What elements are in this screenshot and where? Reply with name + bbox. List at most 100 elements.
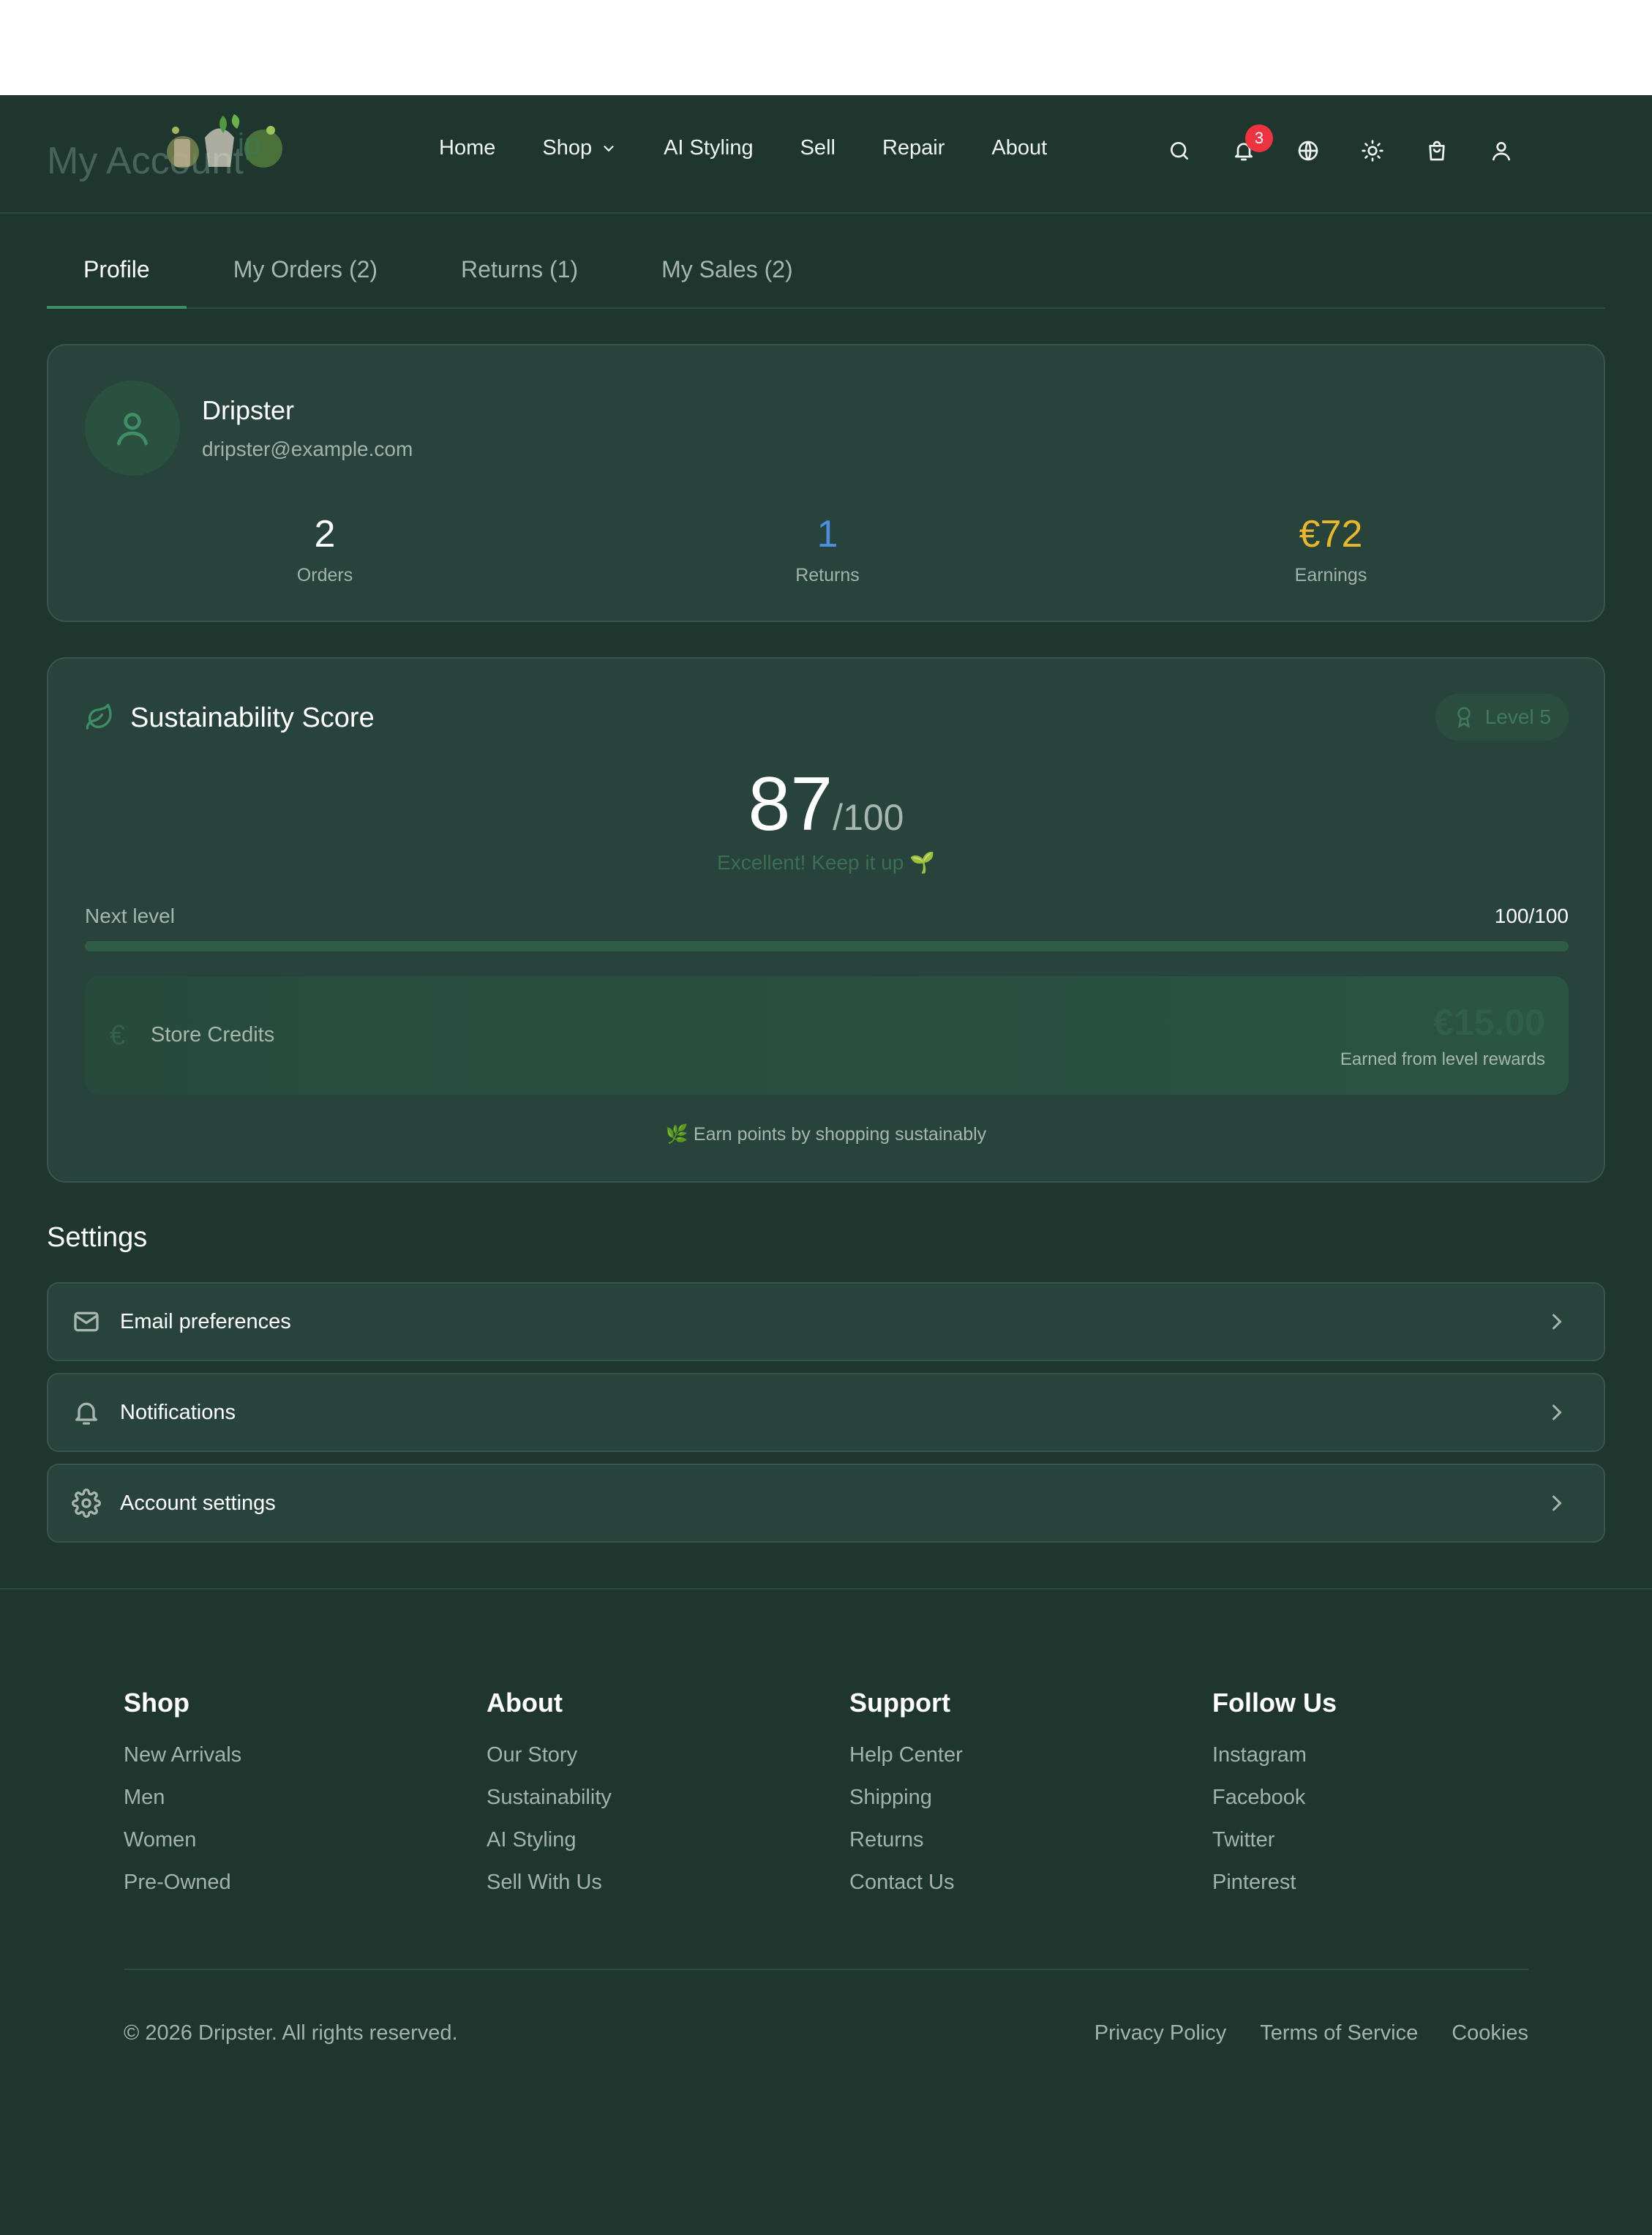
user-icon[interactable] xyxy=(1487,136,1516,165)
stat-returns-value: 1 xyxy=(816,513,838,555)
level-badge: Level 5 xyxy=(1435,694,1569,741)
footer-link[interactable]: New Arrivals xyxy=(124,1743,241,1767)
footer-link[interactable]: Help Center xyxy=(849,1743,963,1767)
nav-sell-label: Sell xyxy=(800,136,836,160)
footer-col-shop: Shop New Arrivals Men Women Pre-Owned xyxy=(124,1688,241,1913)
top-blank-area xyxy=(0,0,1652,95)
chevron-down-icon xyxy=(604,145,614,151)
footer-link[interactable]: Pre-Owned xyxy=(124,1871,241,1895)
tab-profile[interactable]: Profile xyxy=(47,242,187,309)
leaf-icon xyxy=(86,703,112,730)
tab-my-sales[interactable]: My Sales (2) xyxy=(625,242,830,309)
level-progress-bar xyxy=(85,941,1569,951)
avatar xyxy=(85,381,180,476)
settings-notifications-label: Notifications xyxy=(120,1401,236,1424)
search-icon[interactable] xyxy=(1165,136,1194,165)
chevron-right-icon xyxy=(1552,1404,1562,1420)
footer-heading-follow: Follow Us xyxy=(1212,1688,1337,1718)
globe-icon[interactable] xyxy=(1294,136,1323,165)
footer-col-about: About Our Story Sustainability AI Stylin… xyxy=(487,1688,612,1913)
score-display: 87/100 xyxy=(48,761,1604,848)
award-icon xyxy=(1457,707,1471,728)
footer-link[interactable]: Twitter xyxy=(1212,1828,1337,1852)
euro-icon: € xyxy=(110,1020,126,1051)
svg-text:ip: ip xyxy=(238,128,260,160)
bell-icon xyxy=(75,1402,97,1425)
footer-heading-support: Support xyxy=(849,1688,950,1718)
footer-link[interactable]: AI Styling xyxy=(487,1828,612,1852)
nav-shop-label: Shop xyxy=(542,136,593,160)
sun-icon[interactable] xyxy=(1358,136,1387,165)
footer-link[interactable]: Men xyxy=(124,1786,241,1810)
footer-link[interactable]: Shipping xyxy=(849,1786,963,1810)
level-progress-fill xyxy=(85,941,1569,951)
stat-earnings-label: Earnings xyxy=(1294,565,1367,585)
gear-icon xyxy=(72,1489,101,1518)
footer-divider xyxy=(124,1969,1528,1970)
sustainability-title: Sustainability Score xyxy=(130,703,375,733)
footer-link[interactable]: Facebook xyxy=(1212,1786,1337,1810)
footer-link[interactable]: Sell With Us xyxy=(487,1871,612,1895)
bell-icon[interactable]: 3 xyxy=(1229,124,1273,165)
stat-orders-label: Orders xyxy=(296,565,353,585)
settings-account-label: Account settings xyxy=(120,1491,276,1515)
footer-link[interactable]: Sustainability xyxy=(487,1786,612,1810)
level-badge-label: Level 5 xyxy=(1484,705,1551,728)
footer-link[interactable]: Our Story xyxy=(487,1743,612,1767)
store-credits-panel: € Store Credits €15.00 Earned from level… xyxy=(85,976,1569,1095)
footer-link[interactable]: Women xyxy=(124,1828,241,1852)
nav-sell[interactable]: Sell xyxy=(800,136,836,160)
user-avatar-icon xyxy=(117,413,149,446)
settings-email-label: Email preferences xyxy=(120,1310,291,1333)
tab-returns[interactable]: Returns (1) xyxy=(424,242,615,309)
main-nav: Home Shop AI Styling Sell Repair About xyxy=(439,136,1094,160)
nav-home[interactable]: Home xyxy=(439,136,495,160)
score-message: Excellent! Keep it up 🌱 xyxy=(717,851,935,874)
account-tabs: Profile My Orders (2) Returns (1) My Sal… xyxy=(47,242,1605,309)
mail-icon xyxy=(74,1311,99,1332)
score-max: /100 xyxy=(833,797,904,838)
stat-earnings-value: €72 xyxy=(1299,513,1363,555)
site-logo[interactable]: ip xyxy=(154,108,300,181)
nav-repair[interactable]: Repair xyxy=(882,136,945,160)
nav-shop[interactable]: Shop xyxy=(542,136,617,160)
nav-ai-styling-label: AI Styling xyxy=(664,136,754,160)
footer-link[interactable]: Pinterest xyxy=(1212,1871,1337,1895)
profile-email: dripster@example.com xyxy=(202,438,413,460)
earn-points-note: 🌿 Earn points by shopping sustainably xyxy=(665,1124,987,1145)
terms-link[interactable]: Terms of Service xyxy=(1260,2021,1418,2045)
nav-about-label: About xyxy=(991,136,1048,160)
profile-card: Dripster dripster@example.com 2 Orders 1… xyxy=(47,344,1605,622)
footer-link[interactable]: Returns xyxy=(849,1828,963,1852)
stat-returns-label: Returns xyxy=(795,565,860,585)
privacy-policy-link[interactable]: Privacy Policy xyxy=(1095,2021,1227,2045)
stat-returns: 1 Returns xyxy=(718,512,937,586)
cookies-link[interactable]: Cookies xyxy=(1452,2021,1528,2045)
store-credits-note: Earned from level rewards xyxy=(1340,1049,1545,1069)
footer-link[interactable]: Contact Us xyxy=(849,1871,963,1895)
header-actions: 3 xyxy=(1165,124,1551,165)
footer-heading-shop: Shop xyxy=(124,1688,189,1718)
stat-orders-value: 2 xyxy=(314,513,336,555)
footer-col-support: Support Help Center Shipping Returns Con… xyxy=(849,1688,963,1913)
notification-badge: 3 xyxy=(1245,124,1273,152)
footer-legal-links: Privacy Policy Terms of Service Cookies xyxy=(1061,2021,1528,2045)
settings-account[interactable]: Account settings xyxy=(47,1464,1605,1543)
next-level-label: Next level xyxy=(85,905,175,927)
settings-title: Settings xyxy=(47,1222,148,1253)
settings-notifications[interactable]: Notifications xyxy=(47,1373,1605,1452)
store-credits-amount: €15.00 xyxy=(1433,1002,1545,1043)
nav-about[interactable]: About xyxy=(991,136,1047,160)
nav-ai-styling[interactable]: AI Styling xyxy=(664,136,754,160)
tab-my-orders[interactable]: My Orders (2) xyxy=(197,242,414,309)
settings-email-preferences[interactable]: Email preferences xyxy=(47,1282,1605,1361)
footer-link[interactable]: Instagram xyxy=(1212,1743,1337,1767)
shopping-bag-icon[interactable] xyxy=(1422,136,1452,165)
sustainability-card: Sustainability Score Level 5 87/100 Exce… xyxy=(47,657,1605,1183)
next-level-value: 100/100 xyxy=(1494,905,1569,927)
score-value: 87 xyxy=(748,762,833,847)
nav-repair-label: Repair xyxy=(882,136,945,160)
store-credits-label: Store Credits xyxy=(151,1023,275,1047)
stat-earnings: €72 Earnings xyxy=(1221,512,1441,586)
chevron-right-icon xyxy=(1552,1314,1562,1330)
